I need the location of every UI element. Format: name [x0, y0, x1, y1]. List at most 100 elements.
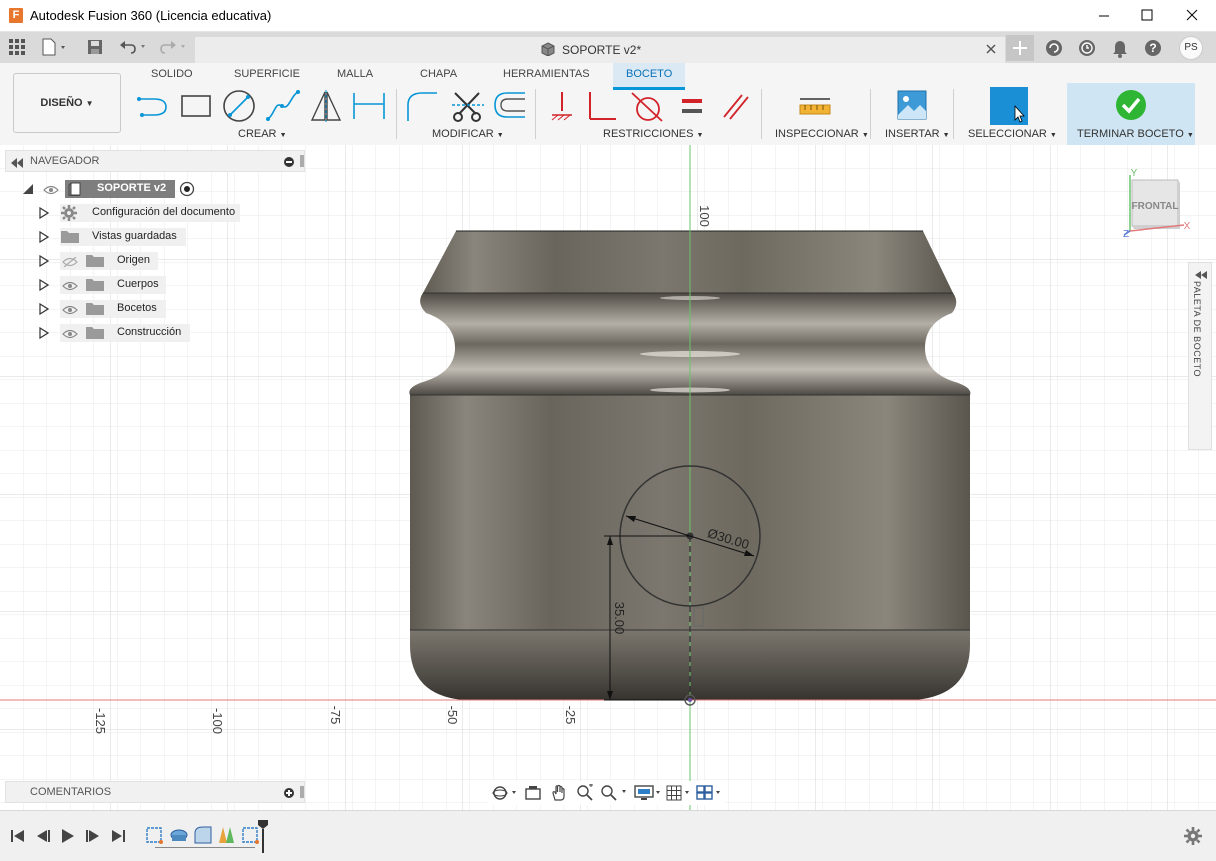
- eye-visible-icon[interactable]: [62, 328, 78, 342]
- pan-hand-icon[interactable]: [550, 784, 568, 805]
- look-at-icon[interactable]: [524, 785, 542, 804]
- expand-triangle-icon[interactable]: [39, 230, 50, 246]
- browser-item-configuracion[interactable]: Configuración del documento: [0, 201, 305, 225]
- close-window-button[interactable]: [1170, 0, 1216, 31]
- timeline-loft-feature-icon[interactable]: [217, 825, 237, 848]
- workspace-switcher[interactable]: DISEÑO ▼: [13, 73, 121, 133]
- browser-root-row[interactable]: SOPORTE v2: [0, 177, 305, 201]
- trim-scissors-icon[interactable]: [451, 89, 485, 126]
- expand-triangle-icon[interactable]: [22, 183, 34, 198]
- circle-tool-icon[interactable]: [222, 89, 256, 126]
- zoom-icon[interactable]: [576, 783, 594, 805]
- play-icon[interactable]: [60, 828, 76, 847]
- history-clock-icon[interactable]: [1077, 38, 1097, 61]
- dimension-tool-icon[interactable]: [351, 89, 387, 126]
- job-status-icon[interactable]: [1044, 38, 1064, 61]
- browser-item-label: Configuración del documento: [92, 206, 236, 218]
- browser-item-bocetos[interactable]: Bocetos: [0, 297, 305, 321]
- fillet-tool-icon[interactable]: [405, 89, 439, 126]
- mirror-tool-icon[interactable]: [309, 89, 343, 126]
- timeline-settings-gear-icon[interactable]: [1184, 827, 1202, 848]
- browser-item-cuerpos[interactable]: Cuerpos: [0, 273, 305, 297]
- expand-triangle-icon[interactable]: [39, 278, 50, 294]
- minimize-panel-icon[interactable]: [284, 156, 294, 170]
- tab-superficie[interactable]: SUPERFICIE: [234, 68, 300, 80]
- browser-header[interactable]: NAVEGADOR: [5, 150, 305, 172]
- tab-solido[interactable]: SOLIDO: [151, 68, 193, 80]
- browser-item-origen[interactable]: Origen: [0, 249, 305, 273]
- timeline-sketch-feature-icon[interactable]: [145, 825, 165, 848]
- seleccionar-menu[interactable]: SELECCIONAR ▼: [968, 128, 1057, 140]
- tab-malla[interactable]: MALLA: [337, 68, 373, 80]
- browser-item-vistas[interactable]: Vistas guardadas: [0, 225, 305, 249]
- grid-settings-icon[interactable]: [666, 785, 694, 804]
- go-to-end-icon[interactable]: [110, 828, 126, 847]
- app-grid-icon[interactable]: [9, 39, 25, 58]
- expand-triangle-icon[interactable]: [39, 254, 50, 270]
- panel-grip-icon[interactable]: [300, 786, 304, 801]
- step-back-icon[interactable]: [35, 828, 51, 847]
- redo-icon[interactable]: [159, 39, 189, 58]
- timeline-revolve-feature-icon[interactable]: [169, 825, 189, 848]
- expand-triangle-icon[interactable]: [39, 206, 50, 222]
- orbit-icon[interactable]: [492, 785, 520, 804]
- timeline-marker[interactable]: [257, 819, 269, 858]
- crear-menu[interactable]: CREAR ▼: [238, 128, 287, 140]
- display-settings-icon[interactable]: [634, 785, 664, 804]
- user-avatar[interactable]: PS: [1179, 36, 1203, 60]
- help-icon[interactable]: ?: [1143, 38, 1163, 61]
- save-icon[interactable]: [87, 39, 103, 58]
- comments-panel[interactable]: COMENTARIOS: [5, 781, 305, 803]
- notifications-bell-icon[interactable]: [1111, 38, 1129, 61]
- collapse-arrows-icon[interactable]: [11, 157, 23, 171]
- eye-visible-icon[interactable]: [43, 184, 59, 198]
- close-tab-icon[interactable]: [985, 43, 997, 58]
- insertar-menu[interactable]: INSERTAR ▼: [885, 128, 950, 140]
- file-menu-icon[interactable]: [42, 38, 70, 59]
- tab-chapa[interactable]: CHAPA: [420, 68, 457, 80]
- add-comment-icon[interactable]: [284, 787, 294, 801]
- expand-triangle-icon[interactable]: [39, 302, 50, 318]
- expand-arrows-icon[interactable]: [1195, 268, 1207, 282]
- eye-hidden-icon[interactable]: [62, 256, 78, 270]
- go-to-start-icon[interactable]: [10, 828, 26, 847]
- spline-tool-icon[interactable]: [265, 89, 301, 126]
- parallel-constraint-icon[interactable]: [720, 89, 752, 126]
- rectangle-tool-icon[interactable]: [180, 89, 214, 126]
- insert-image-icon[interactable]: [896, 89, 928, 126]
- measure-ruler-icon[interactable]: [797, 89, 833, 126]
- tab-herramientas[interactable]: HERRAMIENTAS: [503, 68, 590, 80]
- new-tab-button[interactable]: [1006, 35, 1034, 61]
- expand-triangle-icon[interactable]: [39, 326, 50, 342]
- fix-constraint-icon[interactable]: [548, 89, 576, 126]
- tangent-constraint-icon[interactable]: [630, 89, 666, 126]
- select-cursor-icon[interactable]: [989, 86, 1029, 129]
- maximize-button[interactable]: [1124, 0, 1170, 31]
- browser-item-construccion[interactable]: Construcción: [0, 321, 305, 345]
- equal-constraint-icon[interactable]: [678, 89, 706, 126]
- minimize-button[interactable]: [1080, 0, 1126, 31]
- height-dimension-label[interactable]: 35.00: [612, 602, 627, 635]
- ribbon-toolbar: DISEÑO ▼ SOLIDO SUPERFICIE MALLA CHAPA H…: [0, 63, 1216, 146]
- restricciones-menu[interactable]: RESTRICCIONES ▼: [603, 128, 703, 140]
- activate-radio-icon[interactable]: [179, 181, 195, 200]
- finish-sketch-button[interactable]: TERMINAR BOCETO ▼: [1067, 83, 1195, 145]
- line-tool-icon[interactable]: [136, 89, 172, 126]
- timeline-fillet-feature-icon[interactable]: [193, 825, 213, 848]
- document-tab[interactable]: SOPORTE v2*: [195, 37, 1005, 63]
- eye-visible-icon[interactable]: [62, 280, 78, 294]
- perpendicular-constraint-icon[interactable]: [586, 89, 618, 126]
- tab-boceto[interactable]: BOCETO: [613, 63, 686, 90]
- fit-zoom-icon[interactable]: [600, 784, 630, 805]
- inspeccionar-menu[interactable]: INSPECCIONAR ▼: [775, 128, 869, 140]
- root-selected-bg: SOPORTE v2: [65, 180, 175, 198]
- undo-icon[interactable]: [119, 39, 149, 58]
- panel-grip-icon[interactable]: [300, 155, 304, 170]
- offset-tool-icon[interactable]: [491, 89, 527, 126]
- eye-visible-icon[interactable]: [62, 304, 78, 318]
- step-forward-icon[interactable]: [85, 828, 101, 847]
- sketch-palette-panel[interactable]: PALETA DE BOCETO: [1188, 262, 1212, 450]
- viewcube-face-label[interactable]: FRONTAL: [1131, 201, 1178, 212]
- viewports-icon[interactable]: [696, 785, 724, 804]
- modificar-menu[interactable]: MODIFICAR ▼: [432, 128, 504, 140]
